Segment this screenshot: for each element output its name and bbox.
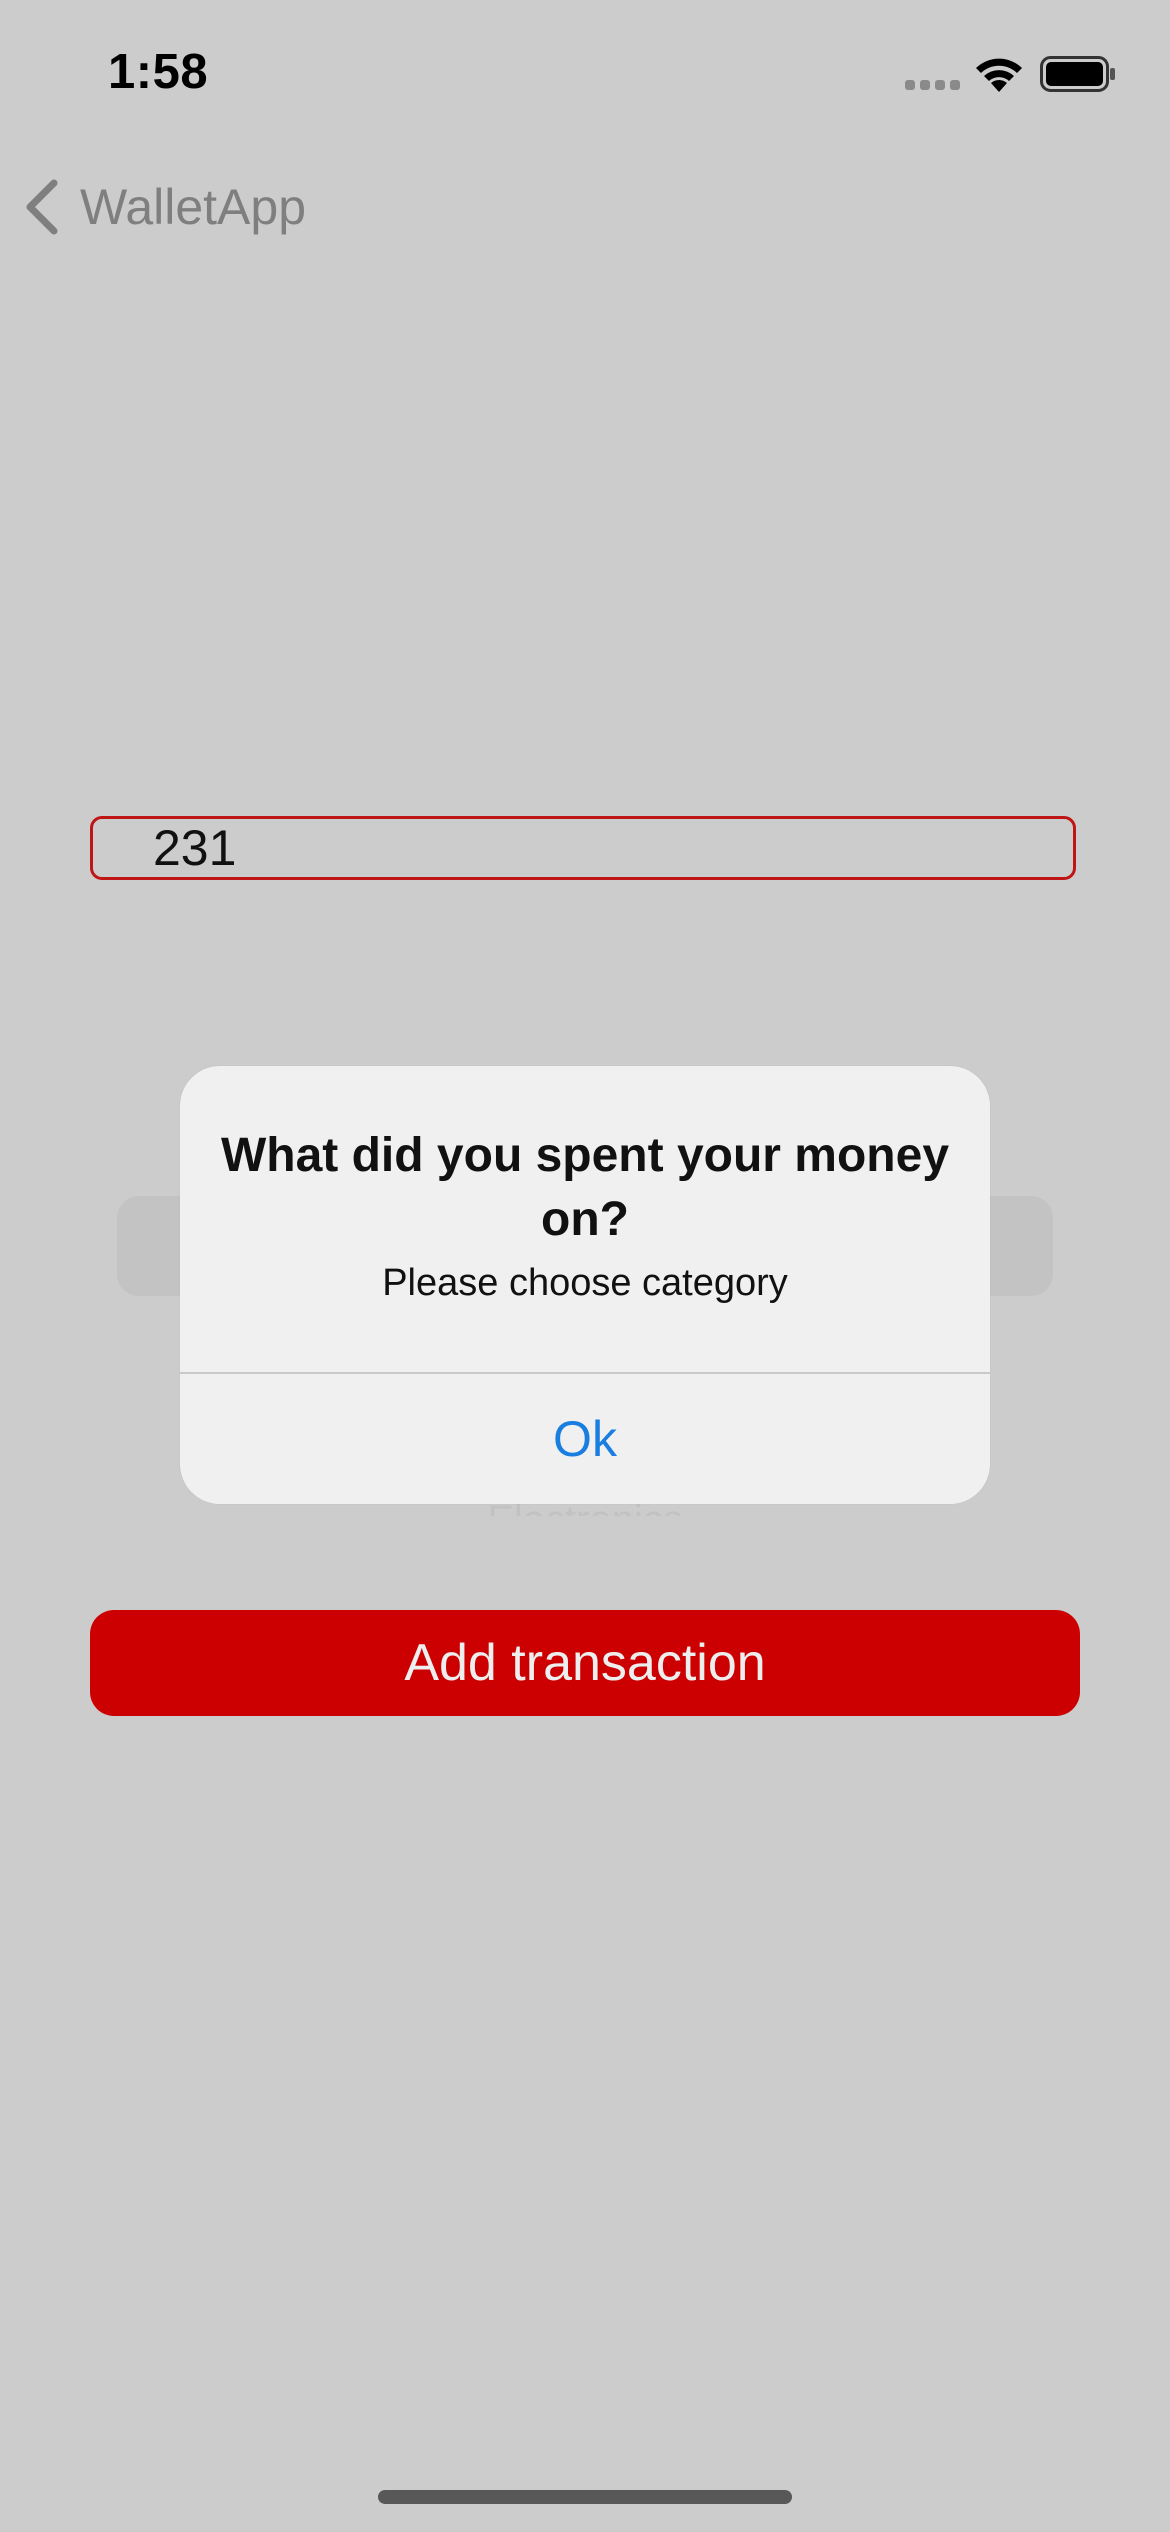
status-time: 1:58 <box>108 45 209 99</box>
battery-icon <box>1040 56 1116 92</box>
alert-message: Please choose category <box>382 1262 788 1304</box>
alert-ok-button[interactable]: Ok <box>180 1374 990 1504</box>
wifi-icon <box>972 52 1026 94</box>
home-indicator[interactable] <box>378 2490 792 2504</box>
amount-input[interactable]: 231 <box>90 816 1076 880</box>
back-button[interactable]: WalletApp <box>22 172 306 242</box>
chevron-left-icon <box>26 179 58 235</box>
back-button-label: WalletApp <box>80 179 307 235</box>
category-alert-dialog: What did you spent your money on? Please… <box>180 1066 990 1504</box>
cellular-signal-icon <box>905 80 961 90</box>
alert-title: What did you spent your money on? <box>220 1129 950 1246</box>
add-transaction-button[interactable]: Add transaction <box>90 1610 1080 1716</box>
